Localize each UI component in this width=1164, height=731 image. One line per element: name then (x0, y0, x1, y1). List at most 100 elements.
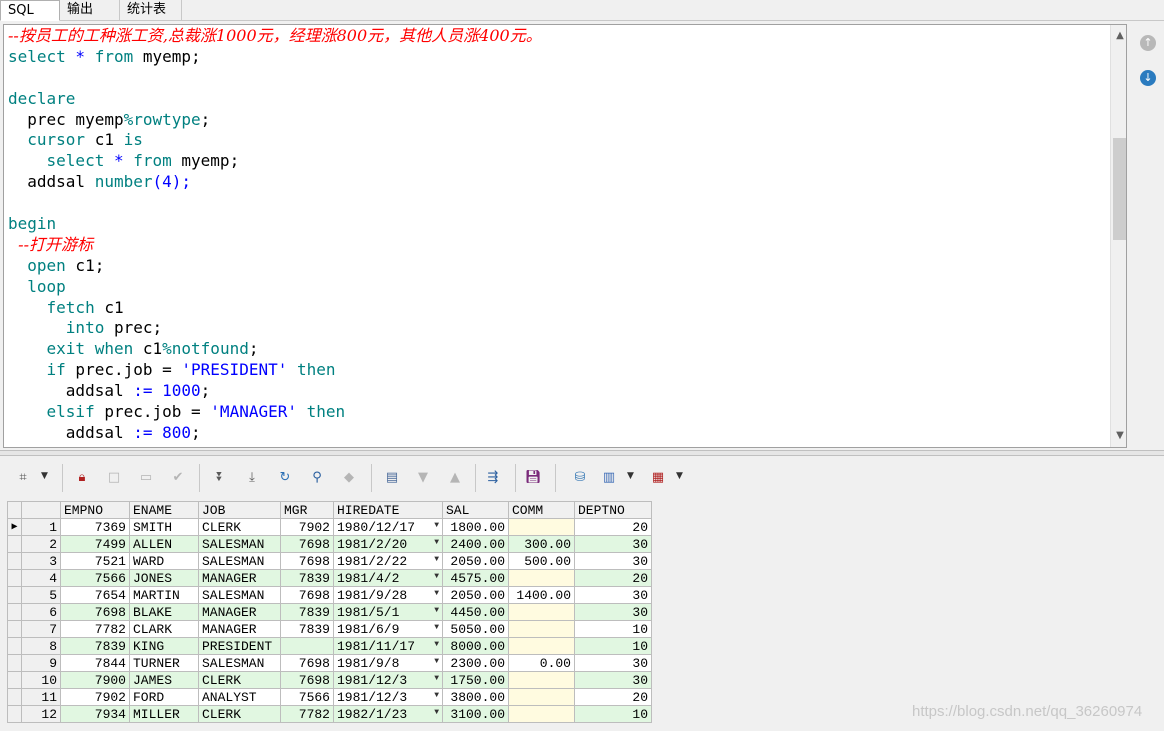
dropdown-icon[interactable]: ▼ (434, 537, 439, 551)
cell-comm[interactable] (508, 705, 575, 723)
cell-job[interactable]: MANAGER (198, 620, 281, 638)
cell-deptno[interactable]: 20 (574, 569, 652, 587)
cell-mgr[interactable]: 7902 (280, 518, 334, 536)
cell-empno[interactable]: 7934 (60, 705, 130, 723)
table-row[interactable]: 6 7698 BLAKE MANAGER 7839 1981/5/1 ▼ 4450.00 30 (7, 603, 652, 621)
cell-deptno[interactable]: 10 (574, 637, 652, 655)
cell-empno[interactable]: 7521 (60, 552, 130, 570)
cell-sal[interactable]: 3100.00 (442, 705, 509, 723)
cell-comm[interactable] (508, 637, 575, 655)
code-area[interactable]: --按员工的工种涨工资,总裁涨1000元，经理涨800元，其他人员涨400元。 … (8, 26, 1104, 444)
link-icon[interactable]: ⇶ (485, 470, 501, 486)
row-indicator[interactable] (7, 620, 22, 638)
cell-empno[interactable]: 7698 (60, 603, 130, 621)
cell-hiredate[interactable]: 1981/9/8 ▼ (333, 654, 443, 672)
dropdown-icon[interactable]: ▼ (434, 622, 439, 636)
save-icon[interactable]: 💾︎ (525, 470, 542, 486)
column-header[interactable]: HIREDATE (333, 501, 443, 519)
row-indicator[interactable] (7, 654, 22, 672)
cell-ename[interactable]: JONES (129, 569, 199, 587)
cell-empno[interactable]: 7566 (60, 569, 130, 587)
dropdown-icon[interactable]: ▼ (434, 673, 439, 687)
editor-scrollbar[interactable]: ▲ ▼ (1110, 25, 1126, 447)
dropdown-icon[interactable]: ▼ (434, 588, 439, 602)
cell-sal[interactable]: 2300.00 (442, 654, 509, 672)
sql-editor[interactable]: --按员工的工种涨工资,总裁涨1000元，经理涨800元，其他人员涨400元。 … (3, 24, 1127, 448)
cell-mgr[interactable]: 7782 (280, 705, 334, 723)
cell-empno[interactable]: 7782 (60, 620, 130, 638)
tab-output[interactable]: 输出 (60, 0, 120, 21)
cell-job[interactable]: SALESMAN (198, 654, 281, 672)
table-icon[interactable]: ▦ (650, 470, 666, 486)
cell-sal[interactable]: 3800.00 (442, 688, 509, 706)
last-icon[interactable]: ⤓ (244, 470, 260, 486)
cell-comm[interactable] (508, 620, 575, 638)
table-row[interactable]: 2 7499 ALLEN SALESMAN 7698 1981/2/20 ▼ 2400.00 3… (7, 535, 652, 553)
cell-sal[interactable]: 2050.00 (442, 552, 509, 570)
cell-deptno[interactable]: 30 (574, 586, 652, 604)
cell-hiredate[interactable]: 1981/11/17 ▼ (333, 637, 443, 655)
dropdown-icon[interactable]: ▼ (434, 656, 439, 670)
column-header[interactable]: EMPNO (60, 501, 130, 519)
cell-comm[interactable] (508, 518, 575, 536)
cell-empno[interactable]: 7499 (60, 535, 130, 553)
cell-mgr[interactable]: 7698 (280, 586, 334, 604)
column-header[interactable]: COMM (508, 501, 575, 519)
cell-hiredate[interactable]: 1981/6/9 ▼ (333, 620, 443, 638)
dropdown-icon[interactable]: ▼ (434, 554, 439, 568)
chevron-down-icon[interactable]: ▼ (41, 471, 48, 481)
row-indicator[interactable] (7, 688, 22, 706)
filter-up-icon[interactable]: ▲ (447, 470, 463, 486)
cell-sal[interactable]: 4575.00 (442, 569, 509, 587)
row-indicator[interactable] (7, 603, 22, 621)
table-row[interactable]: 12 7934 MILLER CLERK 7782 1982/1/23 ▼ 3100.00 10 (7, 705, 652, 723)
cell-hiredate[interactable]: 1981/12/3 ▼ (333, 671, 443, 689)
cell-deptno[interactable]: 10 (574, 620, 652, 638)
table-row[interactable]: 8 7839 KING PRESIDENT 1981/11/17 ▼ 8000.00 10 (7, 637, 652, 655)
post-icon[interactable]: ✔ (170, 470, 186, 486)
refresh-icon[interactable]: ↻ (277, 470, 293, 486)
table-row[interactable]: ▶ 1 7369 SMITH CLERK 7902 1980/12/17 ▼ 1800.00 20 (7, 518, 652, 536)
cell-ename[interactable]: ALLEN (129, 535, 199, 553)
cell-hiredate[interactable]: 1981/2/22 ▼ (333, 552, 443, 570)
cell-ename[interactable]: KING (129, 637, 199, 655)
cell-job[interactable]: SALESMAN (198, 552, 281, 570)
cell-job[interactable]: ANALYST (198, 688, 281, 706)
next-icon[interactable]: ⏬︎ (212, 470, 228, 486)
cell-hiredate[interactable]: 1981/2/20 ▼ (333, 535, 443, 553)
cell-hiredate[interactable]: 1981/9/28 ▼ (333, 586, 443, 604)
cell-job[interactable]: MANAGER (198, 569, 281, 587)
cell-sal[interactable]: 1750.00 (442, 671, 509, 689)
tab-statistics[interactable]: 统计表 (120, 0, 182, 21)
cell-mgr[interactable]: 7839 (280, 620, 334, 638)
cell-hiredate[interactable]: 1981/5/1 ▼ (333, 603, 443, 621)
cell-mgr[interactable]: 7698 (280, 552, 334, 570)
chevron-down-icon[interactable]: ▼ (627, 471, 634, 481)
row-indicator[interactable] (7, 637, 22, 655)
dropdown-icon[interactable]: ▼ (434, 690, 439, 704)
table-row[interactable]: 5 7654 MARTIN SALESMAN 7698 1981/9/28 ▼ 2050.00… (7, 586, 652, 604)
cell-ename[interactable]: JAMES (129, 671, 199, 689)
row-indicator[interactable] (7, 586, 22, 604)
dropdown-icon[interactable]: ▼ (434, 520, 439, 534)
cell-ename[interactable]: SMITH (129, 518, 199, 536)
cell-mgr[interactable]: 7839 (280, 603, 334, 621)
cell-empno[interactable]: 7902 (60, 688, 130, 706)
cell-deptno[interactable]: 20 (574, 518, 652, 536)
result-grid[interactable]: EMPNO ENAME JOB MGR HIREDATE SAL COMM DE… (7, 501, 652, 723)
chart-icon[interactable]: ▥ (601, 470, 617, 486)
previous-statement-icon[interactable]: ↑ (1140, 35, 1156, 51)
cell-comm[interactable]: 300.00 (508, 535, 575, 553)
table-row[interactable]: 3 7521 WARD SALESMAN 7698 1981/2/22 ▼ 2050.00 50… (7, 552, 652, 570)
lock-icon[interactable]: 🔒︎ (74, 470, 90, 486)
cell-ename[interactable]: MILLER (129, 705, 199, 723)
cell-job[interactable]: CLERK (198, 518, 281, 536)
cell-sal[interactable]: 2050.00 (442, 586, 509, 604)
cell-job[interactable]: SALESMAN (198, 586, 281, 604)
column-header[interactable]: DEPTNO (574, 501, 652, 519)
cell-mgr[interactable]: 7566 (280, 688, 334, 706)
scrollbar-thumb[interactable] (1113, 138, 1126, 240)
dropdown-icon[interactable]: ▼ (434, 605, 439, 619)
cell-deptno[interactable]: 30 (574, 535, 652, 553)
tab-sql[interactable]: SQL (0, 0, 60, 21)
